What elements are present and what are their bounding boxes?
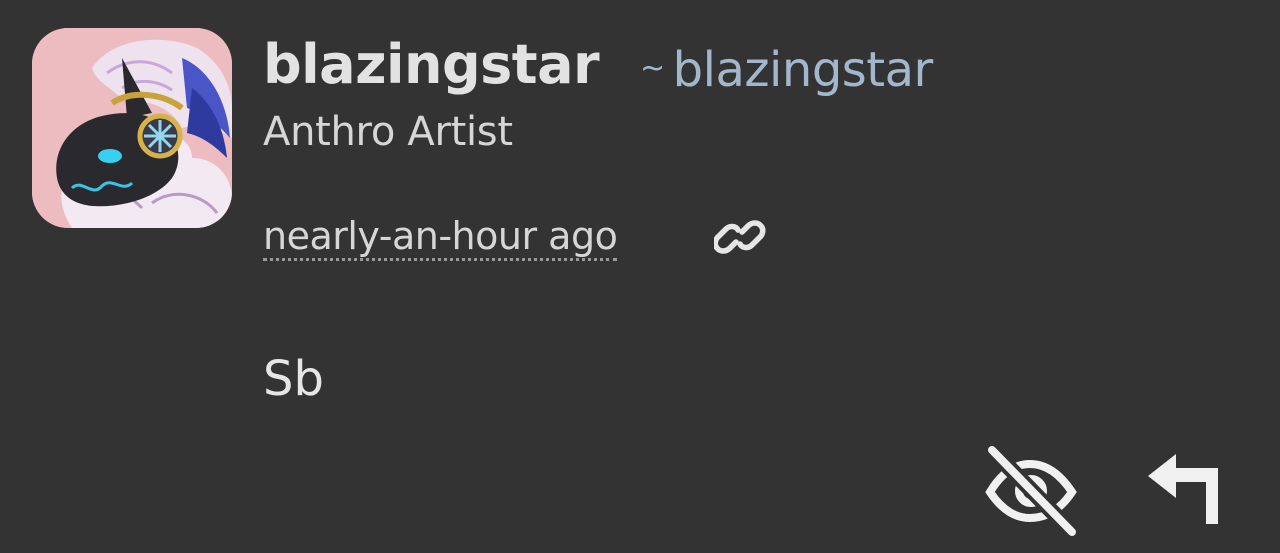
avatar[interactable] (32, 28, 232, 228)
post-timestamp[interactable]: nearly-an-hour ago (263, 210, 618, 261)
handle-text: blazingstar (672, 42, 934, 98)
post-body: Sb (263, 351, 324, 407)
avatar-image (32, 28, 232, 228)
author-handle[interactable]: ~ blazingstar (640, 36, 933, 103)
link-icon[interactable] (712, 214, 766, 260)
reply-arrow-icon[interactable] (1146, 452, 1226, 526)
handle-prefix: ~ (640, 51, 665, 86)
eye-slash-icon[interactable] (982, 444, 1080, 538)
author-display-name[interactable]: blazingstar (263, 28, 600, 102)
author-tagline: Anthro Artist (263, 109, 513, 155)
